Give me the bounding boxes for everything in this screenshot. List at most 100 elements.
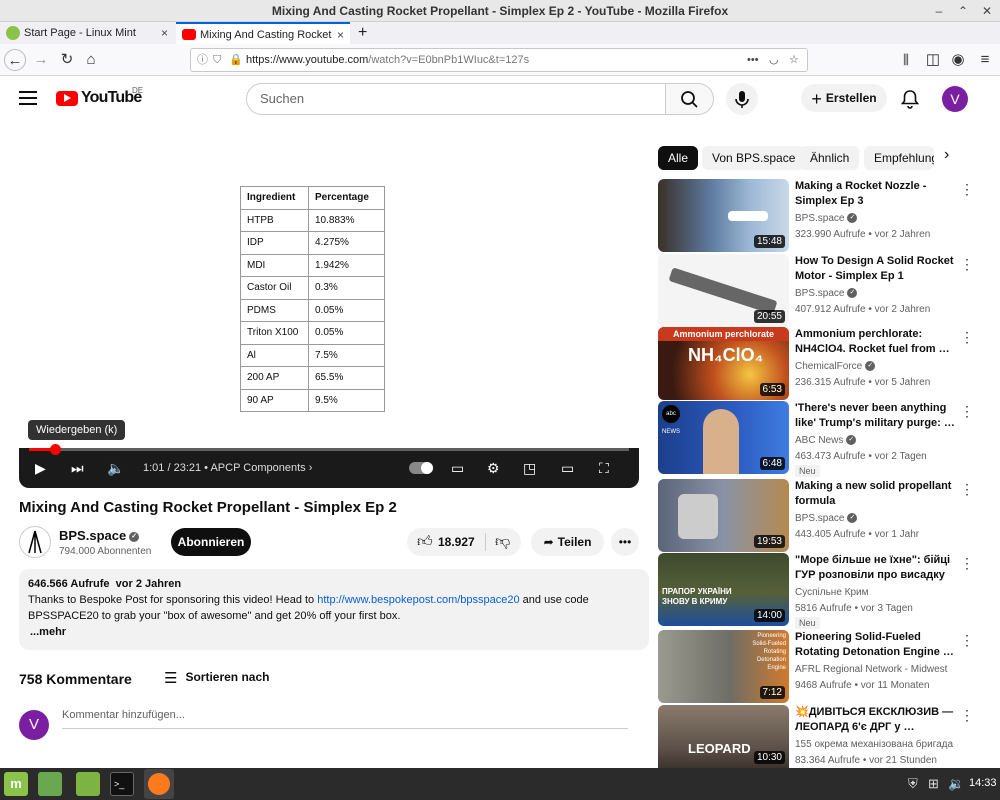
sponsor-link[interactable]: http://www.bespokepost.com/bpsspace20	[317, 594, 519, 606]
thumbs-down-icon[interactable]: 👎︎	[495, 528, 510, 556]
show-more-link[interactable]: ...mehr	[30, 626, 66, 638]
recommendation-title[interactable]: How To Design A Solid Rocket Motor - Sim…	[795, 254, 955, 284]
shield-tray-icon[interactable]: ⛨	[908, 776, 918, 792]
bookmark-star-icon[interactable]: ☆	[789, 49, 799, 71]
recommendation-title[interactable]: Ammonium perchlorate: NH4ClO4. Rocket fu…	[795, 327, 955, 357]
autoplay-toggle[interactable]	[409, 462, 433, 474]
thumbs-up-icon[interactable]: 👍︎	[417, 528, 433, 556]
search-button[interactable]	[666, 83, 714, 115]
recommendation-channel[interactable]: BPS.space ✓	[795, 288, 858, 299]
recommendation-title[interactable]: 💥ДИВІТЬСЯ ЕКСКЛЮЗИВ — ЛЕОПАРД 6'є ДРГ у …	[795, 705, 955, 735]
kebab-menu-icon[interactable]: ⋮	[960, 707, 974, 724]
video-thumbnail[interactable]: Ammonium perchlorate NH₄ClO₄ 6:53	[658, 327, 789, 400]
chips-next-chevron-icon[interactable]: ›	[944, 146, 949, 164]
video-thumbnail[interactable]: 20:55	[658, 254, 789, 327]
video-thumbnail[interactable]: 15:48	[658, 179, 789, 252]
tracking-shield-icon[interactable]: ⛉	[213, 49, 221, 71]
kebab-menu-icon[interactable]: ⋮	[960, 181, 974, 198]
kebab-menu-icon[interactable]: ⋮	[960, 256, 974, 273]
play-icon[interactable]: ▶	[35, 458, 46, 478]
recommendation-item[interactable]: LEOPARD 10:30 💥ДИВІТЬСЯ ЕКСКЛЮЗИВ — ЛЕОП…	[658, 705, 988, 768]
like-count[interactable]: 18.927	[438, 528, 475, 556]
progress-bar[interactable]	[29, 444, 629, 455]
channel-name[interactable]: BPS.space ✓	[59, 528, 140, 543]
url-bar[interactable]: ⓘ ⛉ 🔒 https://www.youtube.com/watch?v=E0…	[190, 48, 808, 72]
kebab-menu-icon[interactable]: ⋮	[960, 481, 974, 498]
pocket-icon[interactable]: ◡	[769, 49, 779, 71]
next-video-icon[interactable]: ⏭	[71, 458, 84, 478]
sidebar-icon[interactable]: ◫	[922, 49, 944, 71]
video-thumbnail[interactable]: abc NEWS 6:48	[658, 401, 789, 474]
close-window-icon[interactable]: ✕	[979, 3, 995, 19]
recommendation-channel[interactable]: ABC News ✓	[795, 435, 857, 446]
video-thumbnail[interactable]: 19:53	[658, 479, 789, 552]
recommendation-channel[interactable]: ChemicalForce ✓	[795, 361, 876, 372]
subtitles-icon[interactable]: ▭	[451, 458, 464, 478]
description-box[interactable]: 646.566 Aufrufe vor 2 Jahren Thanks to B…	[19, 569, 649, 650]
subscribe-button[interactable]: Abonnieren	[171, 528, 251, 556]
recommendation-channel[interactable]: Суспільне Крим	[795, 587, 869, 598]
show-desktop-icon[interactable]	[38, 772, 62, 796]
recommendation-title[interactable]: Pioneering Solid-Fueled Rotating Detonat…	[795, 630, 955, 660]
create-button[interactable]: + Erstellen	[801, 84, 887, 112]
notifications-bell-icon[interactable]	[900, 89, 920, 109]
chip-related[interactable]: Ähnlich	[800, 146, 860, 170]
sort-comments-button[interactable]: ☰ Sortieren nach	[164, 669, 269, 687]
channel-watermark-icon[interactable]	[599, 406, 627, 434]
channel-avatar[interactable]	[19, 526, 51, 558]
home-icon[interactable]: ⌂	[80, 49, 102, 71]
kebab-menu-icon[interactable]: ⋮	[960, 555, 974, 572]
page-actions-icon[interactable]: •••	[747, 49, 759, 71]
volume-tray-icon[interactable]: 🔉	[948, 776, 964, 792]
network-icon[interactable]: ⊞	[928, 776, 939, 792]
chapter-label[interactable]: APCP Components	[210, 462, 305, 474]
file-manager-icon[interactable]	[76, 772, 100, 796]
kebab-menu-icon[interactable]: ⋮	[960, 632, 974, 649]
account-avatar[interactable]: V	[942, 86, 968, 112]
settings-gear-icon[interactable]: ⚙	[487, 458, 500, 478]
volume-icon[interactable]: 🔈	[107, 458, 124, 478]
tab-start-page[interactable]: Start Page - Linux Mint ×	[0, 22, 174, 44]
video-thumbnail[interactable]: Pioneering Solid-Fueled Rotating Detonat…	[658, 630, 789, 703]
video-thumbnail[interactable]: LEOPARD 10:30	[658, 705, 789, 768]
info-icon[interactable]: ⓘ	[197, 49, 208, 71]
share-button[interactable]: ➦ Teilen	[531, 528, 604, 556]
back-icon[interactable]: ←	[4, 49, 26, 71]
fullscreen-icon[interactable]: ⛶	[599, 458, 609, 478]
recommendation-channel[interactable]: BPS.space ✓	[795, 513, 858, 524]
recommendation-title[interactable]: Making a new solid propellant formula	[795, 479, 955, 509]
search-input[interactable]: Suchen	[246, 83, 666, 115]
recommendation-title[interactable]: "Море більше не їхне": бійці ГУР розпові…	[795, 553, 955, 583]
forward-icon[interactable]: →	[30, 49, 52, 71]
minimize-icon[interactable]: –	[931, 3, 947, 19]
new-tab-button[interactable]: +	[354, 22, 376, 44]
terminal-icon[interactable]: >_	[110, 772, 134, 796]
close-tab-icon[interactable]: ×	[332, 24, 344, 44]
firefox-taskbar-button[interactable]	[144, 769, 174, 799]
reload-icon[interactable]: ↻	[56, 49, 78, 71]
recommendation-channel[interactable]: AFRL Regional Network - Midwest	[795, 664, 947, 675]
kebab-menu-icon[interactable]: ⋮	[960, 329, 974, 346]
kebab-menu-icon[interactable]: ⋮	[960, 403, 974, 420]
chip-from-channel[interactable]: Von BPS.space	[702, 146, 806, 170]
chip-all[interactable]: Alle	[658, 146, 699, 170]
video-thumbnail[interactable]: ПРАПОР УКРАЇНИ ЗНОВУ В КРИМУ 14:00	[658, 553, 789, 626]
voice-search-button[interactable]	[726, 83, 758, 115]
close-tab-icon[interactable]: ×	[161, 22, 168, 44]
miniplayer-icon[interactable]: ◳	[523, 458, 536, 478]
recommendation-title[interactable]: Making a Rocket Nozzle - Simplex Ep 3	[795, 179, 955, 209]
more-actions-button[interactable]: •••	[611, 528, 639, 556]
recommendation-title[interactable]: 'There's never been anything like' Trump…	[795, 401, 955, 431]
mint-menu-icon[interactable]: m	[4, 772, 28, 796]
tab-youtube-video[interactable]: Mixing And Casting Rocket ×	[176, 22, 350, 44]
clock[interactable]: 14:33	[969, 777, 997, 789]
account-icon[interactable]: ◉	[947, 49, 969, 71]
theater-mode-icon[interactable]: ▭	[561, 458, 574, 478]
menu-icon[interactable]: ≡	[974, 49, 996, 71]
progress-scrubber[interactable]	[50, 444, 62, 455]
hamburger-menu-icon[interactable]	[19, 89, 37, 105]
chip-recommended[interactable]: Empfehlung	[864, 146, 934, 170]
library-icon[interactable]: ⫼	[895, 49, 917, 71]
recommendation-channel[interactable]: BPS.space ✓	[795, 213, 858, 224]
lock-icon[interactable]: 🔒	[229, 49, 243, 71]
